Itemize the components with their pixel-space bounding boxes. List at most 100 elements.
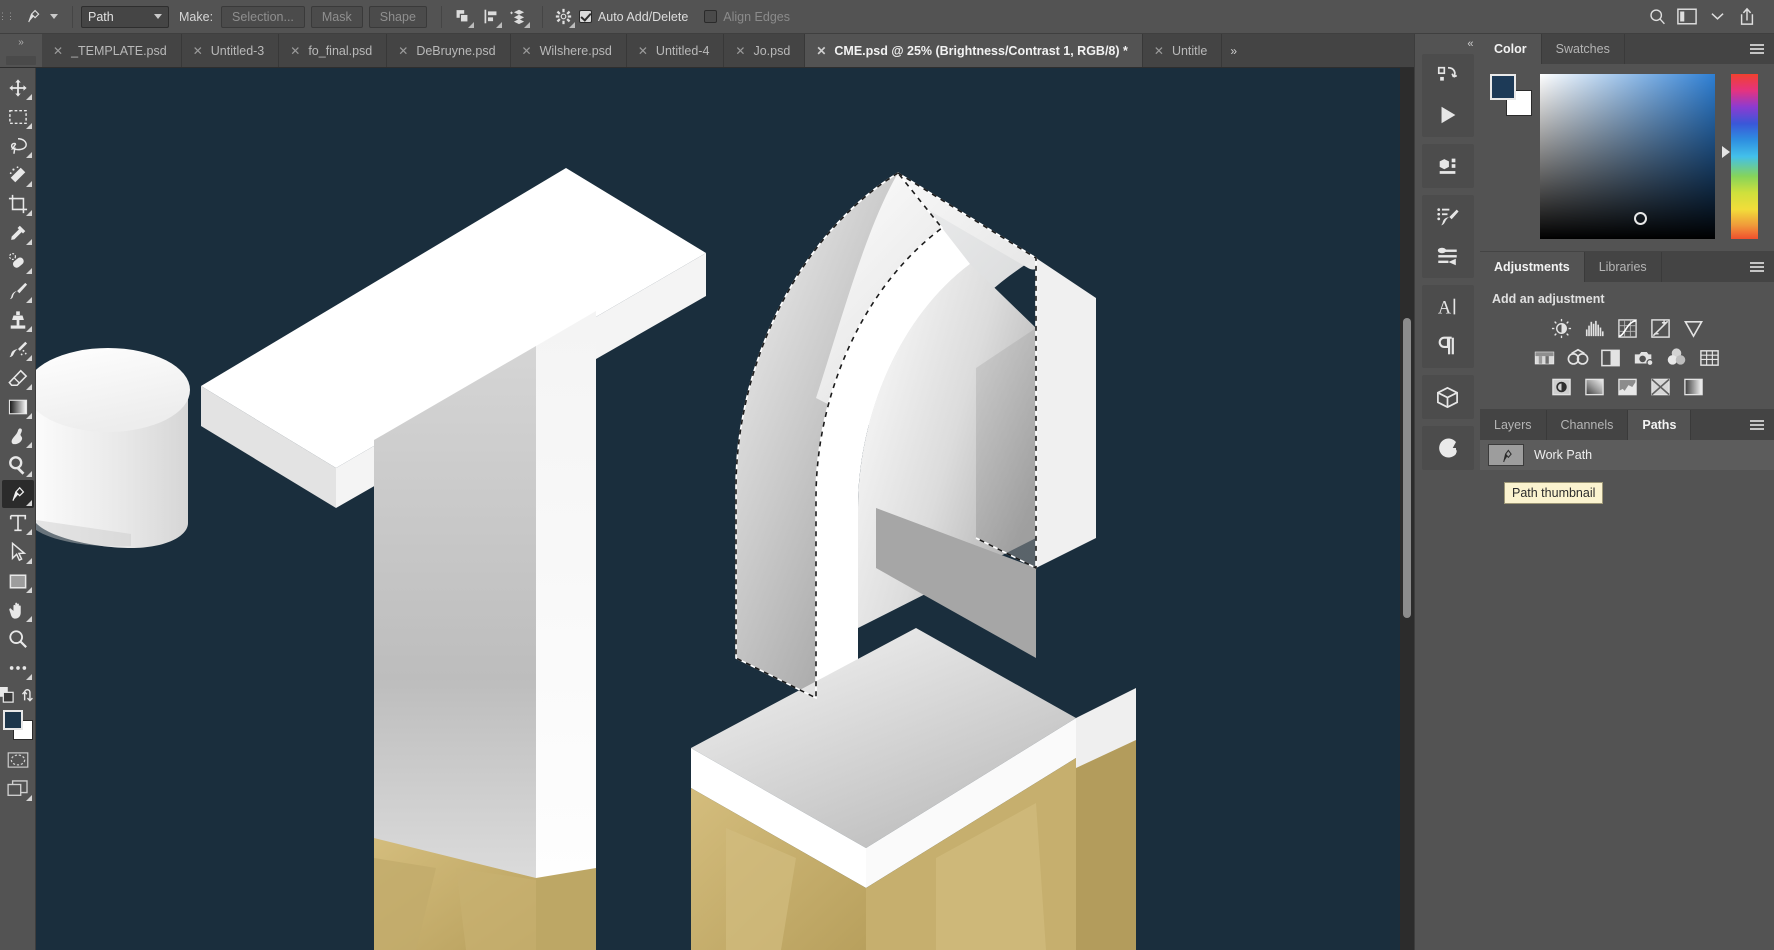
canvas-vertical-scrollbar[interactable] xyxy=(1400,68,1414,950)
foreground-color-swatch[interactable] xyxy=(3,710,23,730)
creative-cloud-icon[interactable] xyxy=(1427,430,1469,466)
hue-slider-handle[interactable] xyxy=(1722,146,1730,158)
levels-icon[interactable] xyxy=(1583,317,1606,340)
exposure-icon[interactable] xyxy=(1649,317,1672,340)
close-icon[interactable]: ✕ xyxy=(398,45,408,57)
document-tab-active[interactable]: ✕CME.psd @ 25% (Brightness/Contrast 1, R… xyxy=(805,34,1143,67)
spot-healing-brush-tool[interactable] xyxy=(2,248,34,276)
brush-settings-icon[interactable] xyxy=(1427,238,1469,274)
adjustments-panel-menu-button[interactable] xyxy=(1740,252,1774,282)
path-mode-select[interactable]: Path xyxy=(81,6,169,28)
curves-icon[interactable] xyxy=(1616,317,1639,340)
document-tab[interactable]: ✕Untitled-4 xyxy=(627,34,725,67)
eyedropper-tool[interactable] xyxy=(2,219,34,247)
path-arrangement-icon[interactable] xyxy=(506,5,532,29)
play-icon[interactable] xyxy=(1427,97,1469,133)
lasso-tool[interactable] xyxy=(2,132,34,160)
tab-channels[interactable]: Channels xyxy=(1547,410,1629,440)
document-tab[interactable]: ✕DeBruyne.psd xyxy=(387,34,510,67)
tab-swatches[interactable]: Swatches xyxy=(1542,34,1625,64)
gear-icon[interactable] xyxy=(551,5,577,29)
document-tab[interactable]: ✕Untitle xyxy=(1143,34,1223,67)
options-bar-grip[interactable]: ⋮⋮ xyxy=(0,0,12,34)
close-icon[interactable]: ✕ xyxy=(290,45,300,57)
quick-mask-mode-button[interactable] xyxy=(2,746,34,774)
close-icon[interactable]: ✕ xyxy=(522,45,532,57)
brush-presets-icon[interactable] xyxy=(1427,199,1469,235)
search-icon[interactable] xyxy=(1644,5,1670,29)
foreground-background-color-swatch[interactable] xyxy=(3,710,33,740)
swap-colors-icon[interactable] xyxy=(22,688,37,706)
hue-slider[interactable] xyxy=(1731,74,1758,239)
close-icon[interactable]: ✕ xyxy=(638,45,648,57)
paragraph-icon[interactable] xyxy=(1427,328,1469,364)
history-brush-tool[interactable] xyxy=(2,335,34,363)
dodge-tool[interactable] xyxy=(2,451,34,479)
document-tab[interactable]: ✕Untitled-3 xyxy=(182,34,280,67)
close-icon[interactable]: ✕ xyxy=(1154,45,1164,57)
color-lookup-icon[interactable] xyxy=(1698,346,1721,369)
hand-tool[interactable] xyxy=(2,596,34,624)
properties-icon[interactable] xyxy=(1427,148,1469,184)
move-tool[interactable] xyxy=(2,74,34,102)
selective-color-icon[interactable] xyxy=(1649,375,1672,398)
edit-toolbar-button[interactable] xyxy=(2,654,34,682)
threshold-icon[interactable] xyxy=(1616,375,1639,398)
cube-icon[interactable] xyxy=(1427,379,1469,415)
paths-panel-menu-button[interactable] xyxy=(1740,410,1774,440)
zoom-tool[interactable] xyxy=(2,625,34,653)
share-icon[interactable] xyxy=(1734,5,1760,29)
gradient-tool[interactable] xyxy=(2,393,34,421)
path-thumbnail-icon[interactable] xyxy=(1488,444,1524,466)
black-white-icon[interactable] xyxy=(1599,346,1622,369)
saturation-value-field[interactable] xyxy=(1540,74,1715,239)
brightness-contrast-icon[interactable] xyxy=(1550,317,1573,340)
document-tab[interactable]: ✕Wilshere.psd xyxy=(511,34,627,67)
vibrance-icon[interactable] xyxy=(1682,317,1705,340)
color-panel-swatches[interactable] xyxy=(1490,74,1532,116)
invert-icon[interactable] xyxy=(1550,375,1573,398)
tab-bar-grip[interactable]: » xyxy=(0,34,42,67)
close-icon[interactable]: ✕ xyxy=(193,45,203,57)
clone-stamp-tool[interactable] xyxy=(2,306,34,334)
hue-saturation-icon[interactable] xyxy=(1533,346,1556,369)
color-picker-cursor[interactable] xyxy=(1634,212,1647,225)
eraser-tool[interactable] xyxy=(2,364,34,392)
pen-tool[interactable] xyxy=(2,480,34,508)
tab-overflow-right[interactable]: » xyxy=(1222,34,1244,67)
collapse-panels-icon[interactable]: « xyxy=(1415,34,1481,54)
close-icon[interactable]: ✕ xyxy=(816,45,826,57)
tab-color[interactable]: Color xyxy=(1480,34,1542,64)
close-icon[interactable]: ✕ xyxy=(53,45,63,57)
document-tab[interactable]: ✕fo_final.psd xyxy=(279,34,387,67)
path-alignment-icon[interactable] xyxy=(478,5,504,29)
tab-paths[interactable]: Paths xyxy=(1628,410,1691,440)
workspace-icon[interactable] xyxy=(1674,5,1700,29)
color-balance-icon[interactable] xyxy=(1566,346,1589,369)
quick-selection-tool[interactable] xyxy=(2,161,34,189)
chevron-down-icon[interactable] xyxy=(1704,5,1730,29)
smudge-tool[interactable] xyxy=(2,422,34,450)
path-list-item[interactable]: Work Path xyxy=(1480,440,1774,470)
tool-preset-picker[interactable] xyxy=(12,6,64,28)
make-shape-button[interactable]: Shape xyxy=(369,6,427,28)
path-selection-tool[interactable] xyxy=(2,538,34,566)
character-icon[interactable]: A xyxy=(1427,289,1469,325)
path-operations-icon[interactable] xyxy=(450,5,476,29)
close-icon[interactable]: ✕ xyxy=(735,45,745,57)
brush-tool[interactable] xyxy=(2,277,34,305)
make-selection-button[interactable]: Selection... xyxy=(221,6,305,28)
photo-filter-icon[interactable] xyxy=(1632,346,1655,369)
document-tab[interactable]: ✕_TEMPLATE.psd xyxy=(42,34,182,67)
make-mask-button[interactable]: Mask xyxy=(311,6,363,28)
type-tool[interactable] xyxy=(2,509,34,537)
scrollbar-thumb[interactable] xyxy=(1403,318,1411,618)
document-canvas[interactable] xyxy=(36,68,1400,950)
tab-adjustments[interactable]: Adjustments xyxy=(1480,252,1585,282)
default-colors-icon[interactable] xyxy=(0,687,14,706)
crop-tool[interactable] xyxy=(2,190,34,218)
tab-libraries[interactable]: Libraries xyxy=(1585,252,1662,282)
rectangle-shape-tool[interactable] xyxy=(2,567,34,595)
tab-layers[interactable]: Layers xyxy=(1480,410,1547,440)
posterize-icon[interactable] xyxy=(1583,375,1606,398)
